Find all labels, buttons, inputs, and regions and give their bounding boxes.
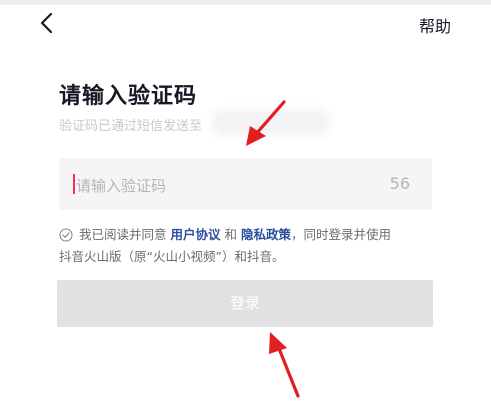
privacy-policy-link[interactable]: 隐私政策 <box>241 227 291 242</box>
agreement-line-1: 我已阅读并同意 用户协议 和 隐私政策，同时登录并使用 <box>79 224 391 246</box>
agreement-line-2: 抖音火山版（原“火山小视频”）和抖音。 <box>59 249 285 264</box>
agreement-prefix: 我已阅读并同意 <box>79 227 167 242</box>
resend-countdown: 56 <box>389 174 410 193</box>
chevron-left-icon <box>40 12 53 34</box>
verification-code-input[interactable]: 请输入验证码 56 <box>59 158 432 210</box>
user-agreement-link[interactable]: 用户协议 <box>171 227 221 242</box>
agreement-suffix: ，同时登录并使用 <box>291 227 392 242</box>
back-button[interactable] <box>36 8 62 38</box>
login-button[interactable]: 登录 <box>57 280 433 327</box>
sms-sent-hint: 验证码已通过短信发送至 <box>59 119 203 134</box>
agreement-and: 和 <box>224 227 238 242</box>
help-button[interactable]: 帮助 <box>419 13 451 37</box>
verification-code-placeholder: 请输入验证码 <box>76 177 167 195</box>
page-title: 请输入验证码 <box>59 84 198 109</box>
status-divider <box>0 0 491 5</box>
annotation-arrow-up-icon <box>269 332 300 398</box>
masked-phone-number <box>212 109 330 135</box>
agreement-checkbox-icon[interactable] <box>59 228 73 242</box>
text-caret <box>73 174 75 194</box>
